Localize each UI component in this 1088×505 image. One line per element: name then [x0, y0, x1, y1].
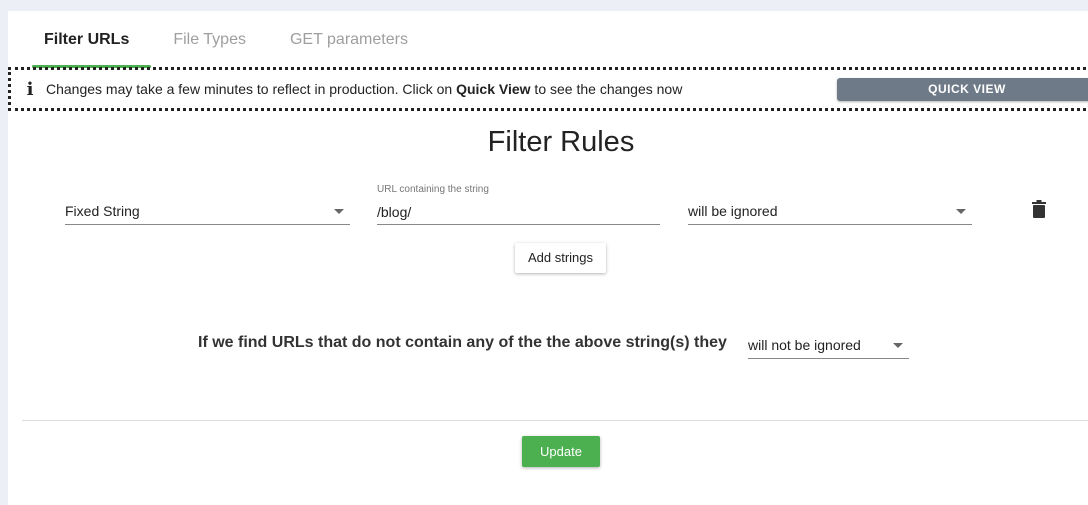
tab-filter-urls[interactable]: Filter URLs [22, 11, 152, 68]
fallback-sentence: If we find URLs that do not contain any … [198, 334, 727, 351]
url-string-input[interactable] [377, 199, 660, 225]
match-type-select[interactable]: Fixed String [65, 198, 350, 225]
quick-view-button[interactable]: QUICK VIEW [837, 78, 1088, 101]
url-field-label: URL containing the string [377, 184, 489, 195]
add-strings-button[interactable]: Add strings [515, 243, 606, 273]
chevron-down-icon [893, 343, 903, 348]
match-type-value: Fixed String [65, 203, 140, 219]
tab-bar: Filter URLs File Types GET parameters [22, 11, 430, 68]
info-banner: i Changes may take a few minutes to refl… [8, 67, 1088, 111]
divider [22, 420, 1088, 421]
rule-action-select[interactable]: will be ignored [688, 198, 972, 225]
banner-message: Changes may take a few minutes to reflec… [46, 81, 683, 97]
main-panel: Filter URLs File Types GET parameters i … [8, 11, 1088, 505]
chevron-down-icon [956, 209, 966, 214]
info-icon: i [26, 79, 34, 100]
rule-action-value: will be ignored [688, 203, 778, 219]
trash-icon[interactable] [1032, 200, 1046, 218]
chevron-down-icon [334, 209, 344, 214]
fallback-action-value: will not be ignored [748, 337, 861, 353]
page-title: Filter Rules [487, 126, 635, 158]
tab-get-parameters[interactable]: GET parameters [268, 11, 430, 68]
update-button[interactable]: Update [522, 436, 600, 467]
fallback-action-select[interactable]: will not be ignored [748, 332, 909, 359]
tab-file-types[interactable]: File Types [151, 11, 268, 68]
